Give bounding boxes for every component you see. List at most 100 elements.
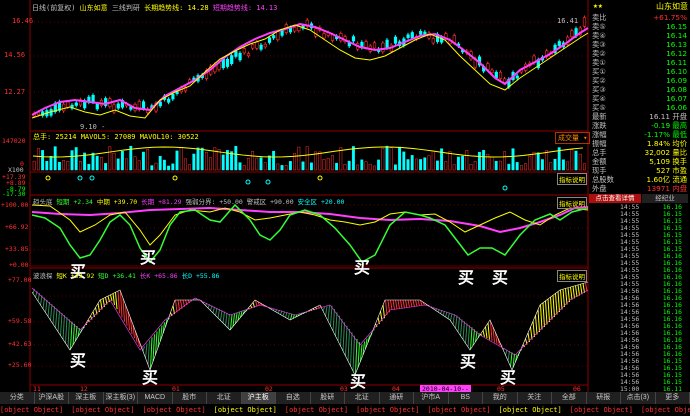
candle-body [230,55,234,64]
tab-19[interactable]: 更多 [655,392,690,404]
quote-row: 买① 16.10 [589,67,690,76]
quote-value: 16.06 [666,103,687,112]
trend-help-button[interactable]: 指标说明 [557,197,587,209]
candle-body [498,71,503,79]
volume-bar [330,155,334,171]
tab-5[interactable]: 股市 [172,392,207,404]
volume-bar [444,161,448,171]
tab-6[interactable]: 北证 [207,392,242,404]
volume-bar [297,146,301,171]
star-icons[interactable]: ★★ [593,1,603,10]
candle-body [225,59,230,67]
trend-info-0: 趋头底 [33,198,53,206]
tab-11[interactable]: 通研 [379,392,414,404]
volume-bar [246,157,250,171]
tab-13[interactable]: BS [448,392,483,404]
candle-body [242,48,246,54]
volume-bar [49,156,53,171]
wave-y-2: +59.58 [8,317,32,325]
volume-bar [91,152,95,171]
tab-12[interactable]: 沪市A [414,392,449,404]
volume-bar [406,159,410,171]
status-value: [object Object] [498,406,562,414]
volume-bar [70,150,74,171]
quote-label: 涨幅 [592,130,607,139]
volume-bar [553,158,557,171]
volume-bar [515,162,519,171]
quote-label: 买③ [592,85,606,94]
quote-row: 买③ 16.08 [589,85,690,94]
volume-bar [574,150,578,171]
quote-row: 卖③ 16.13 [589,40,690,49]
volume-bar [259,157,263,171]
tab-16[interactable]: 全部 [552,392,587,404]
detail-tab[interactable]: 点击查看详情 [589,194,641,203]
tab-8[interactable]: 自选 [276,392,311,404]
quote-row: 总股数 1.60亿 流通 [589,175,690,184]
wave-info-2: 短D +36.41 [98,272,136,280]
tab-0[interactable]: 分类 [0,392,35,404]
quote-label: 总股数 [592,175,614,184]
volume-bar [456,156,460,171]
tab-15[interactable]: 关注 [517,392,552,404]
tab-10[interactable]: 北证 [345,392,380,404]
tab-4[interactable]: MACD [138,392,173,404]
tab-3[interactable]: 深主板(3) [103,392,138,404]
volume-bar [154,162,158,171]
volume-bar [276,163,280,171]
candle-body [490,69,494,74]
flag-help-button[interactable]: 指标说明 [557,173,587,185]
quote-value: -1.17% 最低 [644,130,687,139]
volume-bar [288,161,292,171]
candle-body [238,52,242,61]
volume-button[interactable]: 成交量 ▾ [555,132,591,144]
quote-row: 买④ 16.07 [589,94,690,103]
volume-bar [150,165,154,171]
candle-body [246,53,251,57]
tab-9[interactable]: 股研 [310,392,345,404]
period-label: 日线(前复权) [32,4,76,12]
volume-bar [452,164,456,171]
tab-14[interactable]: 我的 [483,392,518,404]
status-value: [object Object] [569,406,633,414]
volume-bar [78,161,82,171]
volume-bar [41,150,45,171]
wave-info-0: 波浪探 [33,272,53,280]
candle-body [280,30,284,36]
candle-body [322,33,326,39]
candle-body [74,102,78,106]
quote-value: -0.19 最高 [651,121,687,130]
volume-bar [45,161,49,171]
quote-value: 16.10 [666,67,687,76]
candle-body [234,50,238,57]
volume-bar [351,146,355,171]
quote-row: 卖① 16.11 [589,58,690,67]
volume-bar [267,155,271,171]
volume-bar [507,163,511,171]
flag-y-4: -17.30 [2,190,26,198]
stock-title: 山东如意 [79,4,108,12]
tab-7[interactable]: 沪主板 [241,392,276,404]
broker-tab[interactable]: 经纪业 [642,194,688,203]
tab-17[interactable]: 研报 [586,392,621,404]
quote-value: 16.15 [666,22,687,31]
trend-info-6: 安全区 +20.00 [297,198,345,206]
volume-bar [318,151,322,171]
wave-help-button[interactable]: 指标说明 [557,270,587,282]
quote-label: 涨跌 [592,121,607,130]
tab-18[interactable]: 点击(3) [621,392,656,404]
volume-bar [104,163,108,171]
volume-bar [427,155,431,171]
status-value: [object Object] [640,406,690,414]
volume-bar [356,164,360,171]
top-price-annotation: 16.41 [557,17,579,25]
candle-body [272,35,276,39]
volume-bar [561,159,565,171]
volume-bar [498,160,502,171]
volume-bar [162,159,166,171]
tab-2[interactable]: 深主板 [69,392,104,404]
tab-1[interactable]: 沪深A股 [34,392,69,404]
trend-buy-5: 买 [492,268,509,287]
volume-bar [549,162,553,171]
quote-row: 现手 527 市盈 [589,166,690,175]
